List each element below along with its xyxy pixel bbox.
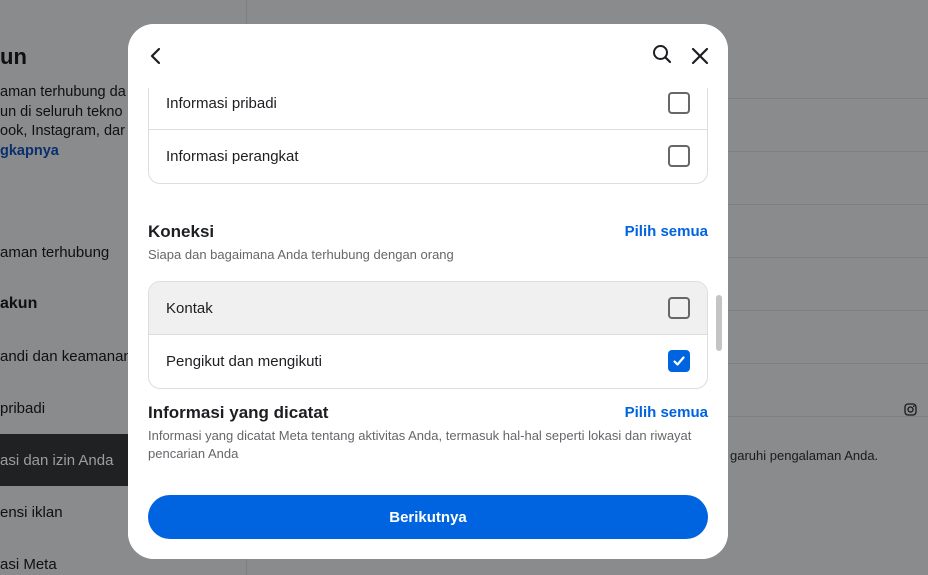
option-row-personal-info[interactable]: Informasi pribadi — [149, 88, 707, 130]
data-selection-dialog: Informasi pribadi Informasi perangkat Ko… — [128, 24, 728, 559]
options-group-info: Informasi pribadi Informasi perangkat — [148, 88, 708, 184]
close-icon — [691, 47, 709, 65]
option-row-contacts[interactable]: Kontak — [149, 282, 707, 335]
close-button[interactable] — [686, 42, 714, 70]
checkmark-icon — [673, 356, 685, 366]
background-desc-line: ook, Instagram, dar — [0, 123, 125, 139]
option-label: Informasi perangkat — [166, 148, 299, 165]
background-description: aman terhubung da un di seluruh tekno oo… — [0, 83, 140, 161]
search-icon — [653, 45, 672, 64]
background-desc-line: un di seluruh tekno — [0, 103, 123, 120]
next-button[interactable]: Berikutnya — [148, 495, 708, 539]
background-learn-more-link[interactable]: gkapnya — [0, 142, 140, 162]
checkbox-checked[interactable] — [668, 350, 690, 372]
option-label: Pengikut dan mengikuti — [166, 353, 322, 370]
option-label: Kontak — [166, 299, 213, 317]
background-page-title: un — [0, 44, 27, 69]
section-description: Siapa dan bagaimana Anda terhubung denga… — [148, 247, 454, 262]
checkbox[interactable] — [668, 297, 690, 319]
select-all-logged-info-link[interactable]: Pilih semua — [625, 404, 708, 421]
checkbox[interactable] — [668, 145, 690, 167]
dialog-scroll-area[interactable]: Informasi pribadi Informasi perangkat Ko… — [128, 88, 728, 476]
background-right-text: garuhi pengalaman Anda. — [730, 448, 879, 463]
option-row-device-info[interactable]: Informasi perangkat — [149, 130, 707, 183]
chevron-left-icon — [150, 47, 161, 65]
instagram-icon — [904, 403, 917, 416]
section-title-logged-info: Informasi yang dicatat — [148, 403, 329, 422]
checkbox[interactable] — [668, 92, 690, 114]
search-button[interactable] — [648, 40, 676, 68]
back-button[interactable] — [142, 42, 170, 70]
option-row-followers[interactable]: Pengikut dan mengikuti — [149, 335, 707, 388]
select-all-connections-link[interactable]: Pilih semua — [625, 223, 708, 240]
dialog-footer: Berikutnya — [128, 476, 728, 559]
options-group-connections: Kontak Pengikut dan mengikuti — [148, 281, 708, 389]
section-title-connections: Koneksi — [148, 222, 215, 241]
scrollbar-thumb[interactable] — [716, 295, 722, 351]
background-desc-line: aman terhubung da — [0, 84, 126, 100]
dialog-header — [128, 24, 728, 88]
option-label: Informasi pribadi — [166, 94, 277, 112]
section-description: Informasi yang dicatat Meta tentang akti… — [148, 428, 692, 461]
